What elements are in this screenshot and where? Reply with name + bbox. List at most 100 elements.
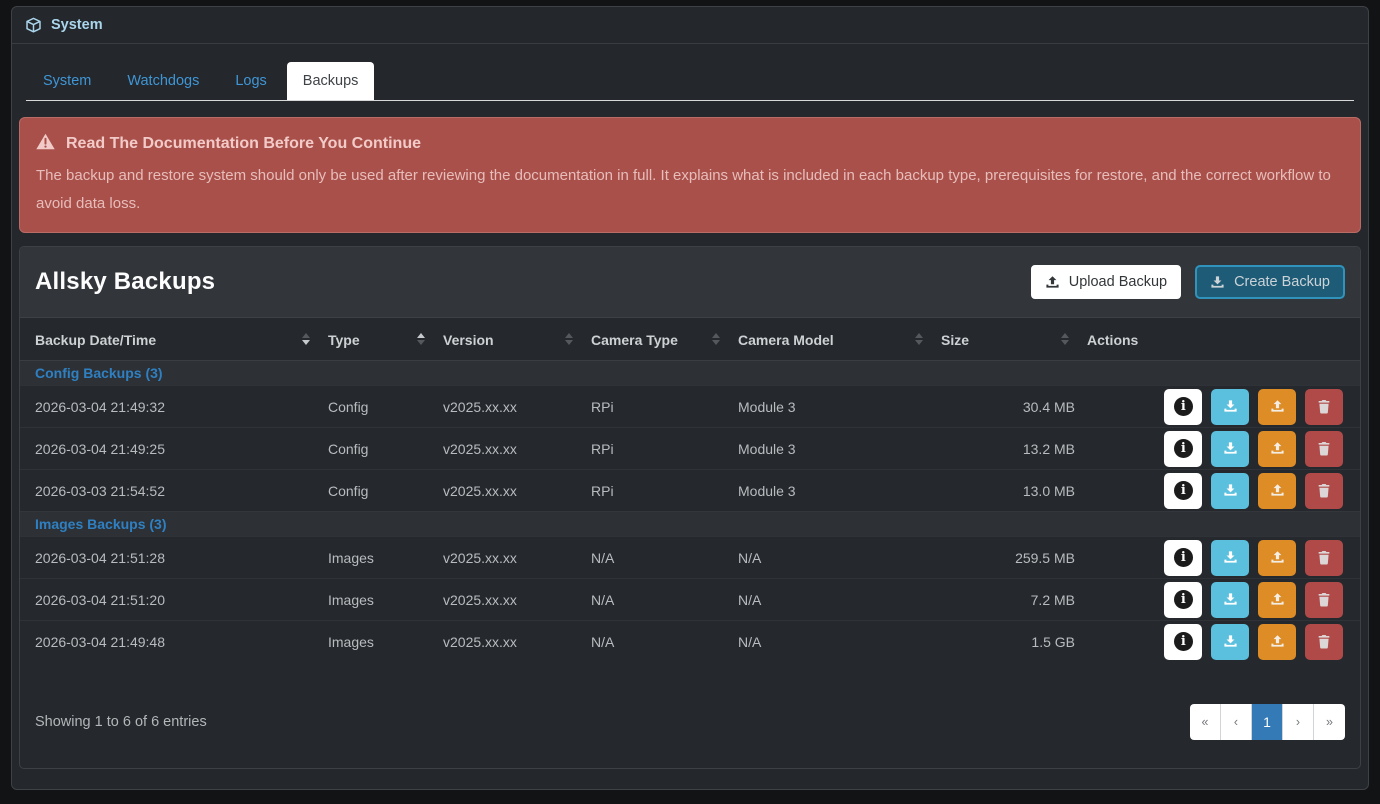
tab-logs[interactable]: Logs [219, 62, 282, 100]
upload-button[interactable] [1258, 540, 1296, 576]
table-footer: Showing 1 to 6 of 6 entries «‹1›» [35, 704, 1345, 768]
column-header-camera-model[interactable]: Camera Model [730, 318, 933, 361]
cell-version: v2025.xx.xx [443, 441, 517, 457]
sort-carets-icon [915, 333, 923, 345]
cell-size: 7.2 MB [1031, 592, 1075, 608]
cell-camera-model: N/A [738, 634, 761, 650]
column-header-camera-type[interactable]: Camera Type [583, 318, 730, 361]
upload-backup-label: Upload Backup [1069, 274, 1167, 290]
cube-icon [25, 17, 42, 34]
create-backup-button[interactable]: Create Backup [1195, 265, 1345, 299]
download-button[interactable] [1211, 582, 1249, 618]
info-button[interactable]: i [1164, 389, 1202, 425]
upload-button[interactable] [1258, 582, 1296, 618]
download-button[interactable] [1211, 624, 1249, 660]
column-header-type[interactable]: Type [320, 318, 435, 361]
trash-icon [1317, 634, 1331, 649]
column-header-backup-date-time[interactable]: Backup Date/Time [20, 318, 320, 361]
delete-button[interactable] [1305, 473, 1343, 509]
table-row: 2026-03-04 21:49:48 Images v2025.xx.xx N… [20, 621, 1360, 663]
download-icon [1223, 550, 1238, 565]
pagination-page-1[interactable]: 1 [1252, 704, 1283, 740]
cell-size: 259.5 MB [1015, 550, 1075, 566]
cell-type: Config [328, 441, 368, 457]
upload-button[interactable] [1258, 389, 1296, 425]
column-header-version[interactable]: Version [435, 318, 583, 361]
page-title: System [51, 17, 103, 33]
warning-alert: Read The Documentation Before You Contin… [19, 117, 1361, 233]
info-icon: i [1174, 397, 1193, 416]
upload-icon [1270, 634, 1285, 649]
download-button[interactable] [1211, 473, 1249, 509]
cell-version: v2025.xx.xx [443, 550, 517, 566]
tab-backups[interactable]: Backups [287, 62, 375, 100]
cell-camera-type: RPi [591, 483, 614, 499]
page-content: SystemWatchdogsLogsBackups Read The Docu… [12, 62, 1368, 769]
group-header-row: Config Backups (3) [20, 361, 1360, 386]
tab-watchdogs[interactable]: Watchdogs [111, 62, 215, 100]
upload-backup-button[interactable]: Upload Backup [1031, 265, 1181, 299]
delete-button[interactable] [1305, 389, 1343, 425]
cell-datetime: 2026-03-04 21:49:25 [35, 441, 165, 457]
delete-button[interactable] [1305, 431, 1343, 467]
info-button[interactable]: i [1164, 473, 1202, 509]
alert-body: The backup and restore system should onl… [36, 162, 1344, 218]
delete-button[interactable] [1305, 540, 1343, 576]
download-icon [1210, 275, 1225, 290]
info-icon: i [1174, 632, 1193, 651]
trash-icon [1317, 399, 1331, 414]
alert-title: Read The Documentation Before You Contin… [66, 135, 421, 153]
cell-camera-model: N/A [738, 592, 761, 608]
info-button[interactable]: i [1164, 431, 1202, 467]
upload-button[interactable] [1258, 624, 1296, 660]
info-button[interactable]: i [1164, 582, 1202, 618]
download-button[interactable] [1211, 431, 1249, 467]
sort-carets-icon [302, 333, 310, 345]
sort-carets-icon [417, 333, 425, 345]
panel-title: Allsky Backups [35, 268, 215, 296]
column-header-size[interactable]: Size [933, 318, 1079, 361]
cell-type: Images [328, 550, 374, 566]
cell-datetime: 2026-03-04 21:51:20 [35, 592, 165, 608]
pagination-last[interactable]: » [1314, 704, 1345, 740]
cell-camera-model: Module 3 [738, 399, 796, 415]
cell-camera-type: N/A [591, 550, 614, 566]
info-button[interactable]: i [1164, 540, 1202, 576]
table-row: 2026-03-04 21:49:25 Config v2025.xx.xx R… [20, 428, 1360, 470]
pagination-previous[interactable]: ‹ [1221, 704, 1252, 740]
group-header-row: Images Backups (3) [20, 512, 1360, 537]
upload-button[interactable] [1258, 473, 1296, 509]
cell-datetime: 2026-03-04 21:49:32 [35, 399, 165, 415]
trash-icon [1317, 483, 1331, 498]
panel-heading: Allsky Backups Upload Backup [20, 247, 1360, 318]
upload-icon [1270, 441, 1285, 456]
upload-icon [1270, 550, 1285, 565]
delete-button[interactable] [1305, 624, 1343, 660]
cell-version: v2025.xx.xx [443, 592, 517, 608]
sort-carets-icon [1061, 333, 1069, 345]
pagination-next[interactable]: › [1283, 704, 1314, 740]
cell-type: Config [328, 399, 368, 415]
cell-size: 1.5 GB [1031, 634, 1075, 650]
panel-body: Backup Date/Time Type Version Camera Typ… [20, 318, 1360, 768]
cell-datetime: 2026-03-04 21:51:28 [35, 550, 165, 566]
download-button[interactable] [1211, 389, 1249, 425]
upload-icon [1270, 592, 1285, 607]
delete-button[interactable] [1305, 582, 1343, 618]
info-icon: i [1174, 439, 1193, 458]
sort-carets-icon [565, 333, 573, 345]
download-icon [1223, 634, 1238, 649]
table-row: 2026-03-03 21:54:52 Config v2025.xx.xx R… [20, 470, 1360, 512]
cell-camera-type: N/A [591, 634, 614, 650]
warning-triangle-icon [36, 133, 55, 155]
pagination-first[interactable]: « [1190, 704, 1221, 740]
download-button[interactable] [1211, 540, 1249, 576]
main-window: System SystemWatchdogsLogsBackups Read T… [11, 6, 1369, 790]
trash-icon [1317, 441, 1331, 456]
cell-camera-model: Module 3 [738, 441, 796, 457]
upload-icon [1045, 275, 1060, 290]
download-icon [1223, 483, 1238, 498]
tab-system[interactable]: System [27, 62, 107, 100]
upload-button[interactable] [1258, 431, 1296, 467]
info-button[interactable]: i [1164, 624, 1202, 660]
